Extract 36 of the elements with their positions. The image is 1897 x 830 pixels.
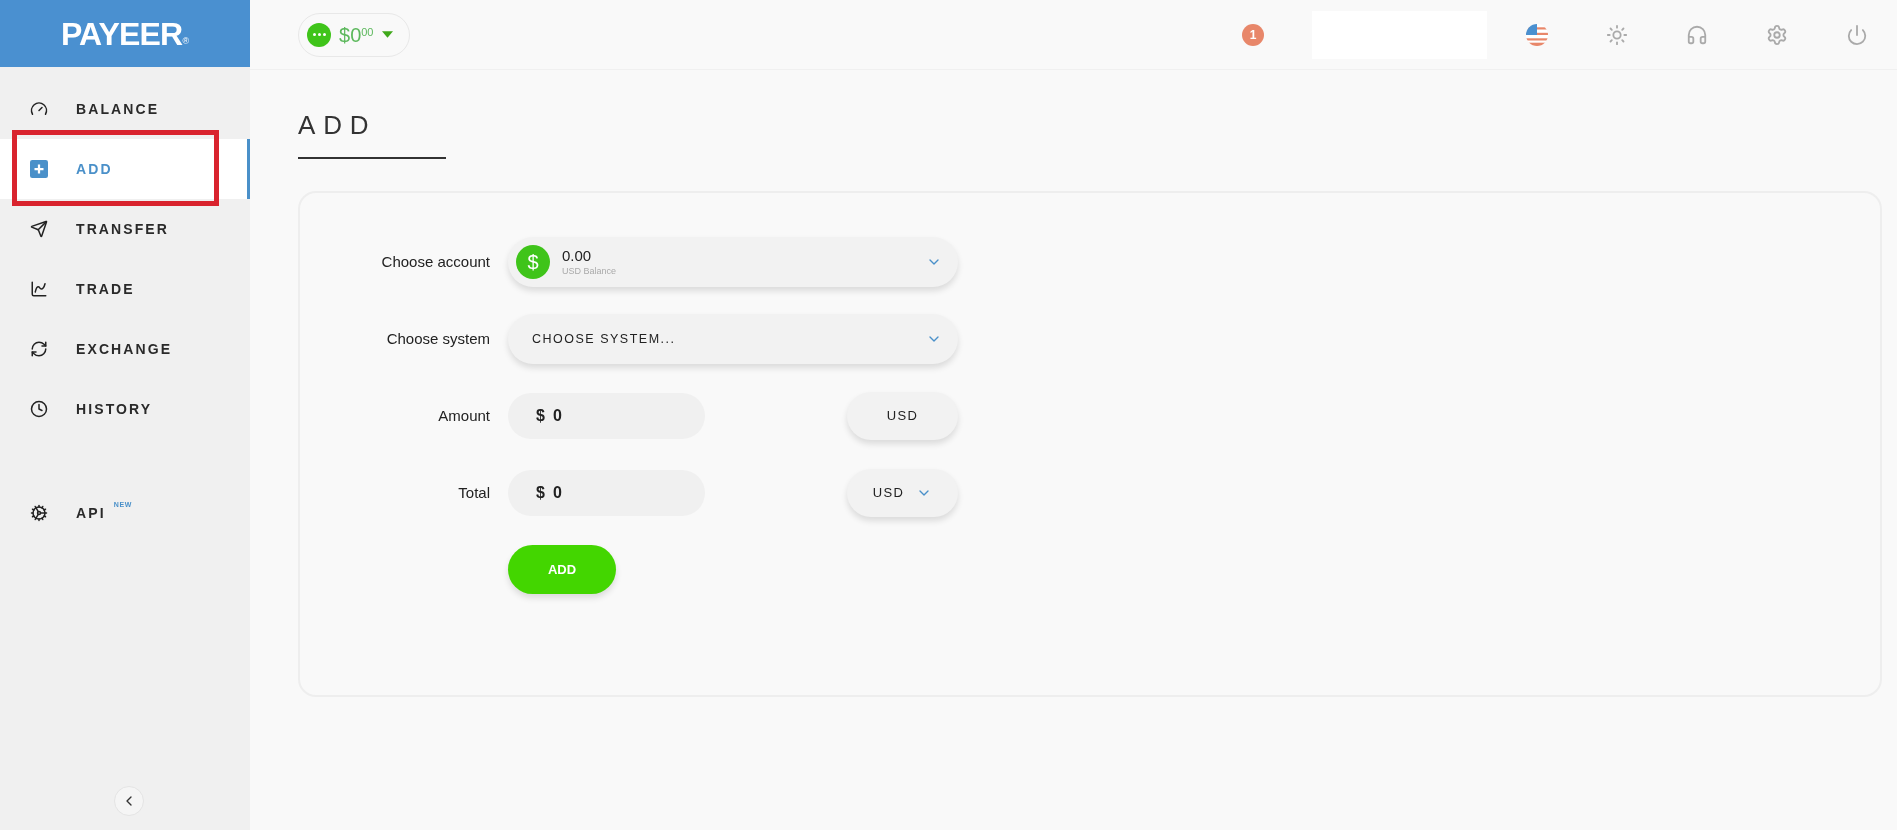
field-label: Total — [457, 482, 490, 503]
collapse-button[interactable] — [114, 786, 144, 816]
sun-icon[interactable] — [1606, 23, 1628, 46]
gears-icon — [30, 504, 48, 522]
currency-button[interactable]: USD — [847, 392, 958, 440]
dots-icon — [307, 22, 331, 47]
field-label: Choose system — [385, 328, 490, 349]
clock-icon — [30, 400, 48, 418]
power-icon[interactable] — [1846, 23, 1868, 46]
support-icon[interactable] — [1686, 23, 1708, 46]
refresh-icon — [30, 340, 48, 358]
caret-icon — [381, 31, 393, 38]
system-select[interactable]: CHOOSE SYSTEM... — [508, 314, 958, 364]
flag-icon[interactable] — [1526, 23, 1548, 46]
line-chart-icon — [30, 280, 48, 298]
amount-field[interactable]: $ 0 — [508, 470, 705, 516]
account-balance: 0.00 — [562, 247, 592, 266]
dollar-icon: $ — [516, 245, 550, 279]
field-label: Choose account — [380, 251, 490, 272]
plus-square-icon — [30, 160, 48, 178]
sidebar-item[interactable]: BALANCE — [0, 79, 250, 139]
currency-button[interactable]: USD — [847, 469, 958, 517]
sidebar-item[interactable]: HISTORY — [0, 379, 250, 439]
logo-text: PAYEER — [60, 14, 183, 54]
page-title: ADD — [298, 109, 377, 142]
registered-mark: ® — [182, 35, 190, 48]
sidebar-item[interactable]: TRADE — [0, 259, 250, 319]
field-label: Amount — [437, 405, 490, 426]
sidebar-item[interactable]: TRANSFER — [0, 199, 250, 259]
settings-icon[interactable] — [1766, 23, 1788, 46]
account-caption: USD Balance — [562, 265, 617, 277]
gauge-icon — [30, 100, 48, 118]
amount-field[interactable]: $ 0 — [508, 393, 705, 439]
account-select[interactable]: $ 0.00 USD Balance — [508, 237, 958, 287]
paper-plane-icon — [30, 220, 48, 238]
sidebar-item[interactable]: EXCHANGE — [0, 319, 250, 379]
